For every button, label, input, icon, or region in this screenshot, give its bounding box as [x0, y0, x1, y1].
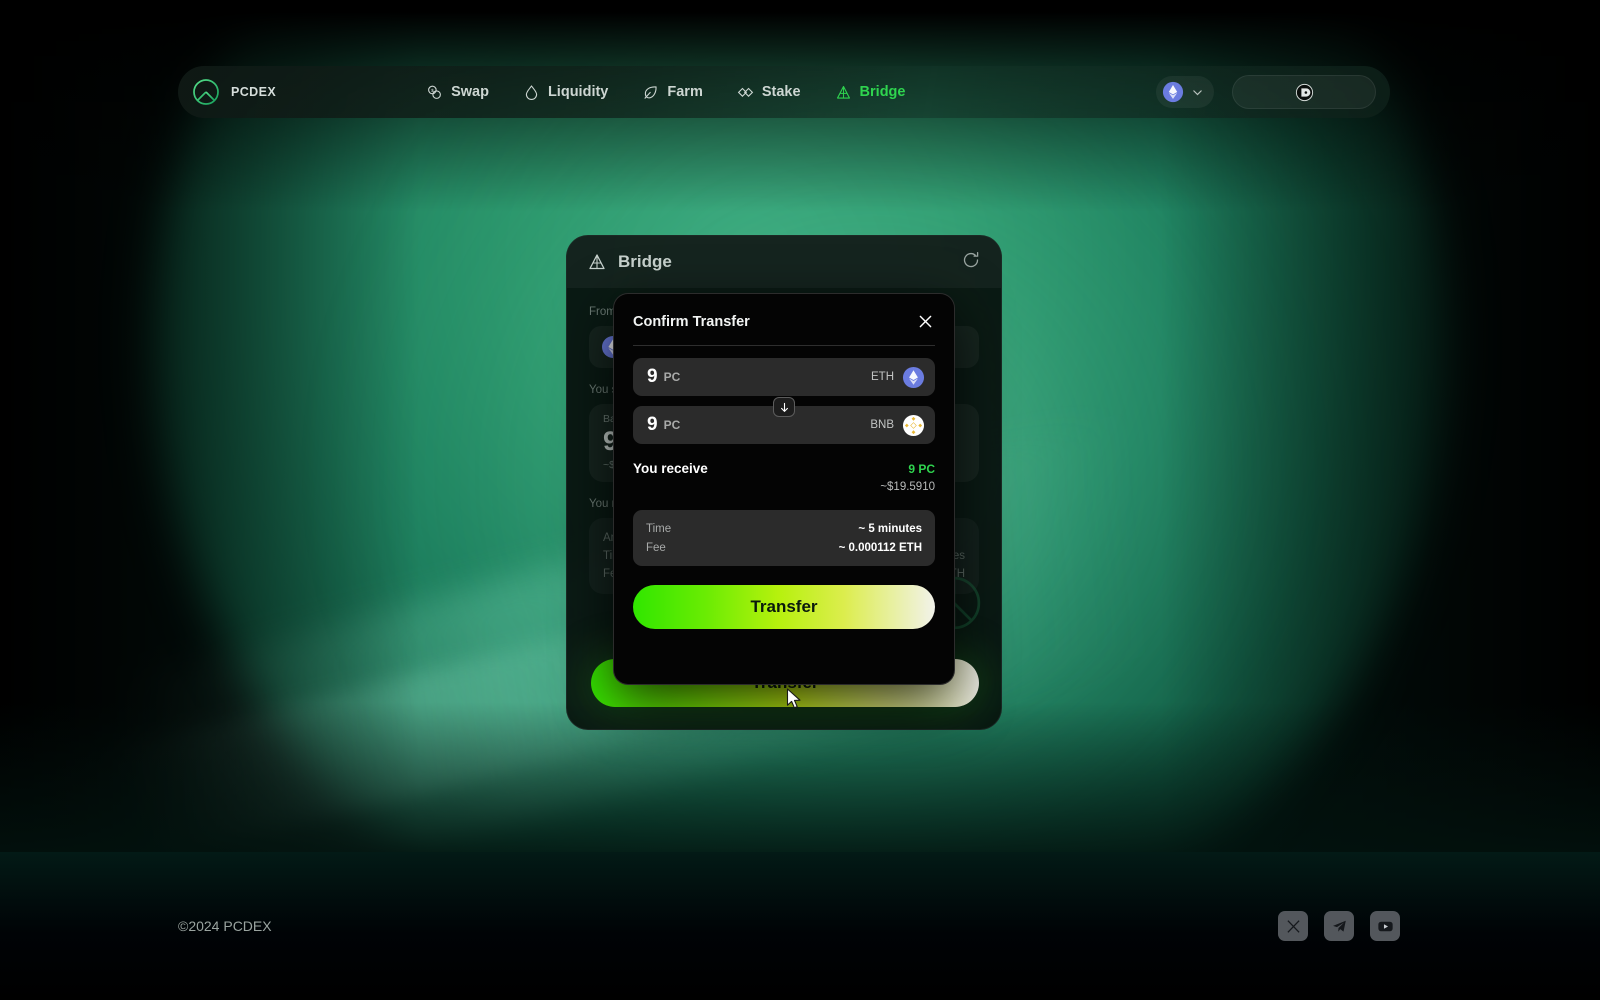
ethereum-icon	[902, 366, 925, 388]
app-root: PCDEX $ Swap Liquidity Farm Stake Bridge…	[0, 0, 1600, 1000]
detail-fee-label: Fee	[646, 541, 666, 554]
to-network-group: BNB	[870, 414, 925, 437]
detail-fee-value: ~ 0.000112 ETH	[838, 541, 922, 554]
from-token-symbol: PC	[663, 370, 681, 384]
from-network-label: ETH	[871, 371, 894, 383]
transfer-details-box: Time ~ 5 minutes Fee ~ 0.000112 ETH	[633, 510, 935, 566]
arrow-down-icon	[780, 402, 788, 412]
modal-title: Confirm Transfer	[633, 313, 750, 330]
from-network-group: ETH	[871, 366, 925, 389]
you-receive-label: You receive	[633, 461, 708, 476]
from-token-row: 9 PC ETH	[633, 358, 935, 396]
swap-direction-button[interactable]	[773, 397, 795, 417]
to-token-symbol: PC	[663, 418, 681, 432]
to-network-label: BNB	[870, 419, 894, 431]
you-receive-usd: ~$19.5910	[880, 481, 935, 493]
close-icon	[919, 315, 932, 328]
modal-transfer-button[interactable]: Transfer	[633, 585, 935, 629]
confirm-transfer-modal: Confirm Transfer 9 PC ETH 9 PC BNB You r…	[613, 293, 955, 685]
detail-row-fee: Fee ~ 0.000112 ETH	[646, 538, 922, 557]
detail-time-label: Time	[646, 522, 672, 535]
binance-icon	[902, 414, 925, 436]
close-button[interactable]	[916, 312, 935, 331]
modal-divider	[633, 345, 935, 346]
you-receive-amount: 9 PC	[908, 462, 935, 476]
detail-time-value: ~ 5 minutes	[858, 522, 922, 535]
token-transfer-rows: 9 PC ETH 9 PC BNB	[633, 358, 935, 444]
detail-row-time: Time ~ 5 minutes	[646, 519, 922, 538]
modal-header: Confirm Transfer	[633, 312, 935, 331]
to-token-amount: 9	[647, 414, 658, 435]
you-receive-row: You receive 9 PC	[633, 461, 935, 476]
from-token-amount: 9	[647, 366, 658, 387]
mouse-cursor	[786, 688, 803, 716]
